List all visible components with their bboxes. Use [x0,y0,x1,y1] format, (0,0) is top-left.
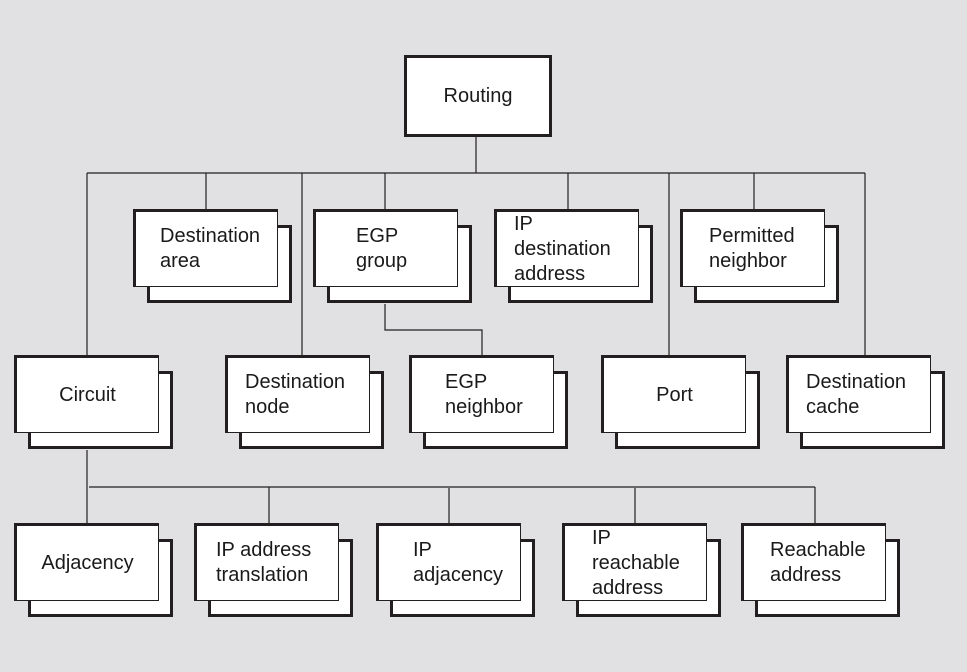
node-label-line: IP [413,539,432,561]
node-label-line: reachable [592,551,680,574]
node-egp-group: EGP group [313,209,472,303]
node-label-line: Circuit [59,383,116,406]
node-circuit: Circuit [14,355,173,449]
node-label-line: address [770,564,842,586]
node-box: Destination area [133,209,278,287]
node-ip-reachable-address: IP reachable address [562,523,721,617]
node-label-line: translation [216,564,309,586]
connector [384,304,483,355]
node-label-line: IP [514,212,533,235]
node-label-line: Destination [160,225,261,247]
node-label-line: adjacency [413,564,504,586]
node-box: IP address translation [194,523,339,601]
node-routing: Routing [404,55,552,137]
node-label-line: Adjacency [41,551,134,574]
node-label-line: Port [656,383,693,406]
node-label-line: cache [806,396,860,418]
node-label-line: group [356,250,408,272]
node-box: Circuit [14,355,159,433]
node-label-line: neighbor [445,396,523,418]
node-egp-neighbor: EGP neighbor [409,355,568,449]
node-ip-adjacency: IP adjacency [376,523,535,617]
node-box: Destination node [225,355,370,433]
node-box: Reachable address [741,523,886,601]
node-label: Routing [443,84,513,107]
node-adjacency: Adjacency [14,523,173,617]
node-box: IP destination address [494,209,639,287]
node-box: EGP group [313,209,458,287]
node-reachable-address: Reachable address [741,523,900,617]
node-box: EGP neighbor [409,355,554,433]
node-label-line: Destination [806,371,907,393]
node-label-line: address [592,576,664,599]
node-ip-destination-address: IP destination address [494,209,653,303]
node-label-line: Reachable [770,539,866,561]
node-label-line: Permitted [709,225,795,247]
node-box: IP adjacency [376,523,521,601]
node-label-line: destination [514,237,611,260]
node-port: Port [601,355,760,449]
node-box: Destination cache [786,355,931,433]
node-label-line: area [160,250,201,272]
node-destination-cache: Destination cache [786,355,945,449]
node-label-line: EGP [445,371,488,393]
node-label-line: EGP [356,225,399,247]
node-destination-area: Destination area [133,209,292,303]
node-box: Permitted neighbor [680,209,825,287]
node-label-line: neighbor [709,250,787,272]
node-destination-node: Destination node [225,355,384,449]
node-box: Port [601,355,746,433]
node-permitted-neighbor: Permitted neighbor [680,209,839,303]
node-label-line: IP address [216,539,312,561]
node-label-line: node [245,396,290,418]
node-label-line: IP [592,526,611,549]
node-label-line: Destination [245,371,346,393]
node-box: Adjacency [14,523,159,601]
node-box: IP reachable address [562,523,707,601]
node-label-line: address [514,262,586,285]
node-ip-address-translation: IP address translation [194,523,353,617]
